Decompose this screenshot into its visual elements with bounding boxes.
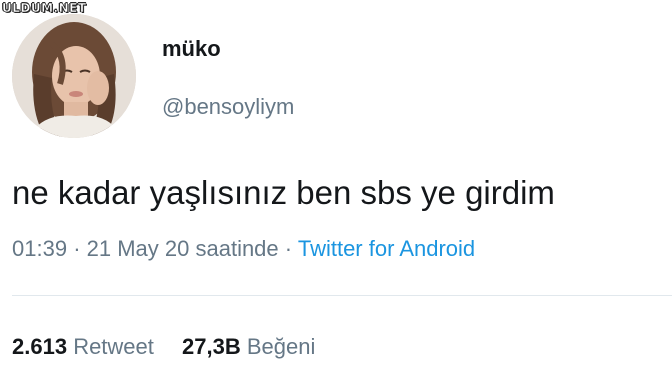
tweet-time[interactable]: 01:39 — [12, 236, 67, 261]
tweet-metadata: 01:39 · 21 May 20 saatinde · Twitter for… — [12, 236, 475, 262]
site-watermark: ULDUM.NET — [2, 1, 87, 16]
tweet-source-link[interactable]: Twitter for Android — [298, 236, 475, 261]
likes-count: 27,3B — [182, 334, 241, 359]
likes-stat[interactable]: 27,3B Beğeni — [182, 334, 315, 360]
retweets-stat[interactable]: 2.613 Retweet — [12, 334, 154, 360]
meta-separator: · — [73, 236, 81, 261]
meta-separator-2: · — [284, 236, 293, 261]
tweet-stats: 2.613 Retweet 27,3B Beğeni — [12, 334, 315, 360]
username-handle[interactable]: @bensoyliym — [162, 94, 294, 120]
retweets-count: 2.613 — [12, 334, 68, 359]
tweet-text: ne kadar yaşlısınız ben sbs ye girdim — [12, 174, 555, 211]
display-name[interactable]: müko — [162, 36, 221, 62]
avatar-photo — [12, 14, 136, 138]
divider — [12, 295, 672, 296]
avatar[interactable] — [12, 14, 136, 138]
likes-label: Beğeni — [246, 334, 316, 359]
tweet-date[interactable]: 21 May 20 saatinde — [87, 236, 279, 261]
retweets-label: Retweet — [73, 334, 154, 359]
